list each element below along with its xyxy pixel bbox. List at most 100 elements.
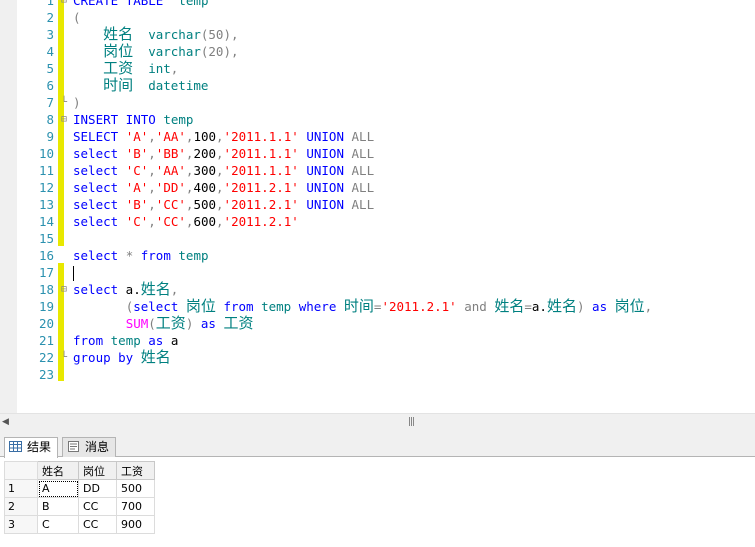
code-token: 100 — [193, 129, 217, 144]
tab-results-label: 结果 — [27, 440, 52, 454]
horizontal-scrollbar[interactable]: ◀ ||| — [0, 413, 755, 430]
code-line[interactable]: select 'A','DD',400,'2011.2.1' UNION ALL — [73, 179, 652, 196]
code-token: select — [73, 163, 119, 178]
row-number[interactable]: 2 — [4, 497, 38, 516]
code-line[interactable]: 姓名 varchar(50), — [73, 26, 652, 43]
code-token: ALL — [351, 180, 375, 195]
code-token: '2011.2.1' — [223, 197, 299, 212]
code-line[interactable] — [73, 230, 652, 247]
code-token: 工资 — [155, 314, 186, 332]
code-line[interactable]: select 'C','AA',300,'2011.1.1' UNION ALL — [73, 162, 652, 179]
code-line[interactable]: group by 姓名 — [73, 349, 652, 366]
grid-cell[interactable]: 700 — [116, 497, 155, 516]
code-line[interactable]: INSERT INTO temp — [73, 111, 652, 128]
code-line[interactable]: from temp as a — [73, 332, 652, 349]
code-line[interactable]: select * from temp — [73, 247, 652, 264]
code-line[interactable]: select 'B','BB',200,'2011.1.1' UNION ALL — [73, 145, 652, 162]
line-number: 1 — [46, 0, 54, 8]
code-line[interactable]: select 'B','CC',500,'2011.2.1' UNION ALL — [73, 196, 652, 213]
code-line[interactable]: 岗位 varchar(20), — [73, 43, 652, 60]
code-token: 姓名 — [140, 348, 171, 366]
code-token: select — [133, 299, 179, 314]
code-line[interactable]: SUM(工资) as 工资 — [73, 315, 652, 332]
column-header[interactable]: 姓名 — [37, 461, 79, 480]
code-token: from — [73, 333, 104, 348]
scroll-thumb-grip-icon[interactable]: ||| — [408, 417, 415, 427]
code-line[interactable]: ) — [73, 94, 652, 111]
code-token: select — [73, 282, 119, 297]
code-token: UNION — [306, 146, 344, 161]
code-line[interactable] — [73, 264, 652, 281]
code-line[interactable]: SELECT 'A','AA',100,'2011.1.1' UNION ALL — [73, 128, 652, 145]
grid-row[interactable]: 2 B CC 700 — [4, 497, 155, 516]
grid-cell[interactable]: 900 — [116, 515, 155, 534]
scroll-left-arrow-icon[interactable]: ◀ — [2, 417, 9, 427]
code-line[interactable]: ( — [73, 9, 652, 26]
grid-cell[interactable]: B — [37, 497, 79, 516]
code-token: 'C' — [125, 214, 149, 229]
row-number[interactable]: 3 — [4, 515, 38, 534]
code-token: 'AA' — [155, 163, 186, 178]
tab-messages-label: 消息 — [85, 440, 110, 454]
code-token: temp — [163, 112, 194, 127]
code-token: 姓名 — [140, 280, 171, 298]
code-token: as — [148, 333, 164, 348]
column-header[interactable]: 岗位 — [78, 461, 117, 480]
code-token: '2011.2.1' — [223, 180, 299, 195]
code-token: a — [170, 333, 179, 348]
grid-cell[interactable]: A — [37, 479, 79, 498]
tab-results[interactable]: 结果 — [4, 437, 59, 458]
grid-row[interactable]: 3 C CC 900 — [4, 515, 155, 534]
code-line[interactable]: 时间 datetime — [73, 77, 652, 94]
grid-cell[interactable]: DD — [78, 479, 117, 498]
collapse-icon[interactable]: ⊟ — [61, 281, 71, 298]
code-token: as — [200, 316, 216, 331]
code-token: 岗位 — [185, 297, 216, 315]
grid-cell[interactable]: C — [37, 515, 79, 534]
code-token: from — [140, 248, 171, 263]
code-area[interactable]: CREATE TABLE temp( 姓名 varchar(50), 岗位 va… — [73, 0, 652, 383]
line-number: 10 — [38, 146, 54, 161]
code-token: 'DD' — [155, 180, 186, 195]
row-number[interactable]: 1 — [4, 479, 38, 498]
code-token: , — [216, 214, 224, 229]
code-line[interactable]: select a.姓名, — [73, 281, 652, 298]
code-token: 姓名 — [494, 297, 525, 315]
grid-row[interactable]: 1 A DD 500 — [4, 479, 155, 498]
collapse-icon[interactable]: ⊟ — [61, 111, 71, 128]
code-token: 500 — [193, 197, 217, 212]
code-token: where — [298, 299, 337, 314]
sql-editor[interactable]: 1 2 3 4 5 6 7 8 9 10 11 12 13 14 15 16 17 18 19 20 21 22 23 ⊟ └… — [0, 0, 755, 413]
grid-cell[interactable]: CC — [78, 497, 117, 516]
code-line[interactable]: 工资 int, — [73, 60, 652, 77]
code-line[interactable]: select 'C','CC',600,'2011.2.1' — [73, 213, 652, 230]
line-number: 3 — [46, 27, 54, 42]
results-grid[interactable]: 姓名 岗位 工资 1 A DD 500 2 B CC 700 3 C CC 900 — [4, 461, 155, 534]
line-number: 15 — [38, 231, 54, 246]
column-header[interactable]: 工资 — [116, 461, 155, 480]
grid-cell[interactable]: CC — [78, 515, 117, 534]
code-token: from — [223, 299, 254, 314]
grid-cell[interactable]: 500 — [116, 479, 155, 498]
tab-messages[interactable]: 消息 — [62, 437, 117, 457]
code-token: 600 — [193, 214, 217, 229]
code-line[interactable]: (select 岗位 from temp where 时间='2011.2.1'… — [73, 297, 653, 315]
code-token: varchar — [148, 27, 201, 42]
collapse-icon[interactable]: ⊟ — [61, 0, 71, 9]
code-line[interactable] — [73, 366, 652, 383]
line-number: 19 — [38, 299, 54, 314]
line-number: 6 — [46, 78, 54, 93]
code-token: select — [73, 214, 119, 229]
code-line[interactable]: CREATE TABLE temp — [73, 0, 652, 9]
editor-margin — [0, 0, 17, 413]
